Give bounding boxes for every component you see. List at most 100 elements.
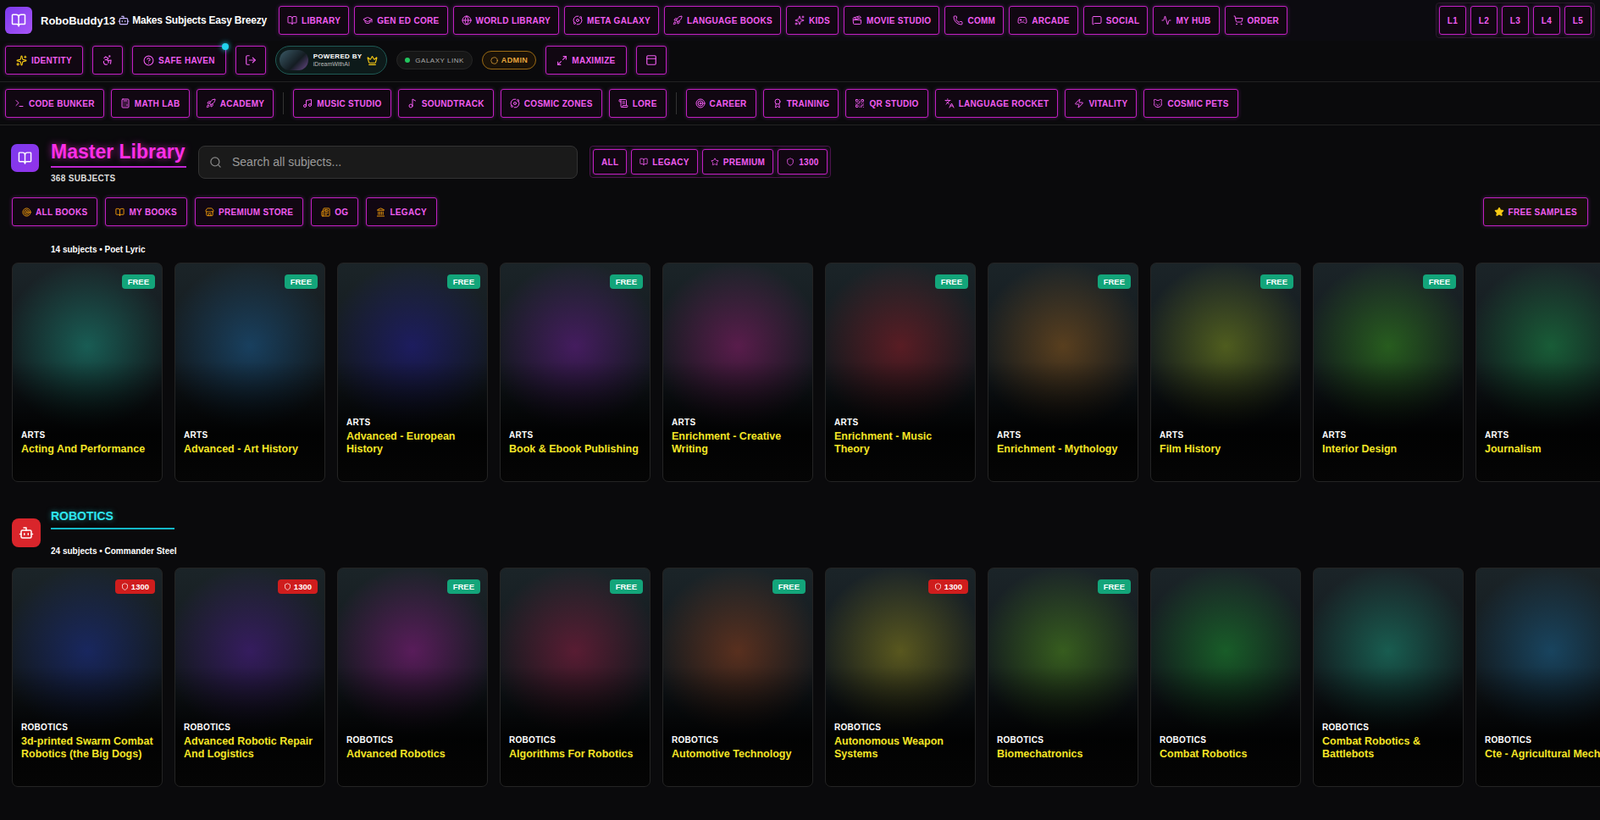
subject-card[interactable]: ROBOTICSCombat Robotics	[1150, 567, 1302, 787]
toolbar-icon	[645, 54, 658, 67]
subject-card[interactable]: FREEARTSActing And Performance	[11, 262, 163, 482]
level-button[interactable]: L2	[1470, 5, 1498, 35]
subject-card[interactable]: FREEARTSAdvanced - European History	[337, 262, 488, 482]
nav-button[interactable]: LIBRARY	[278, 5, 349, 35]
subject-card[interactable]: FREEARTSInterior Design	[1312, 262, 1464, 482]
card-category: ROBOTICS	[346, 735, 479, 745]
admin-button[interactable]: ADMIN	[481, 50, 538, 70]
subject-card[interactable]: 1300ROBOTICSAutonomous Weapon Systems	[824, 567, 976, 787]
filter-button[interactable]: LEGACY	[631, 149, 698, 175]
nav-button[interactable]: SOCIAL	[1083, 5, 1149, 35]
powered-badge[interactable]: POWERED BYiDreamWithAI	[275, 45, 388, 75]
logo[interactable]	[5, 6, 33, 34]
tool-button[interactable]: MUSIC STUDIO	[293, 88, 391, 118]
filter-button[interactable]: PREMIUM	[702, 149, 774, 175]
toolbar-button[interactable]: MAXIMIZE	[545, 45, 626, 75]
circle-icon	[490, 56, 499, 65]
icon-button[interactable]	[636, 45, 667, 75]
icon-button[interactable]	[92, 45, 123, 75]
status-pill: GALAXY LINK	[396, 50, 472, 70]
subject-card[interactable]: ARTSJournalism	[1475, 262, 1600, 482]
tool-button[interactable]: COSMIC PETS	[1143, 88, 1238, 118]
nav-button[interactable]: ORDER	[1224, 5, 1289, 35]
nav-button[interactable]: COMM	[944, 5, 1004, 35]
subject-card[interactable]: FREEROBOTICSAdvanced Robotics	[337, 567, 488, 787]
nav-button[interactable]: ARCADE	[1008, 5, 1079, 35]
app: RoboBuddy13Makes Subjects Easy Breezy LIB…	[0, 0, 1600, 820]
level-button[interactable]: L4	[1533, 5, 1561, 35]
card-badge: FREE	[1097, 274, 1131, 289]
toolbar-button[interactable]: SAFE HAVEN	[132, 45, 227, 75]
nav-button[interactable]: META GALAXY	[564, 5, 659, 35]
library-icon	[11, 143, 39, 172]
card-badge: 1300	[115, 579, 156, 594]
shield-icon	[934, 582, 942, 591]
shield-icon	[121, 582, 129, 591]
level-button[interactable]: L3	[1501, 5, 1529, 35]
shelf-button[interactable]: PREMIUM STORE	[194, 197, 304, 227]
nav-icon	[794, 15, 805, 26]
tool-button[interactable]: VITALITY	[1064, 88, 1137, 118]
tool-button[interactable]: QR STUDIO	[845, 88, 928, 118]
subject-card[interactable]: FREEROBOTICSAlgorithms For Robotics	[499, 567, 651, 787]
icon-button[interactable]	[235, 45, 266, 75]
tool-button[interactable]: MATH LAB	[110, 88, 190, 118]
tool-button[interactable]: LORE	[608, 88, 667, 118]
tool-icon	[695, 98, 706, 109]
subject-card[interactable]: FREEROBOTICSBiomechatronics	[987, 567, 1139, 787]
card-title: Enrichment - Mythology	[996, 442, 1130, 456]
subject-card[interactable]: ARTSEnrichment - Creative Writing	[662, 262, 814, 482]
shelf-button[interactable]: OG	[310, 197, 359, 227]
tool-button[interactable]: LANGUAGE ROCKET	[935, 88, 1059, 118]
subject-card[interactable]: ROBOTICSCombat Robotics & Battlebots	[1312, 567, 1464, 787]
subject-card[interactable]: FREEROBOTICSAutomotive Technology	[662, 567, 814, 787]
subject-card[interactable]: FREEARTSEnrichment - Music Theory	[824, 262, 976, 482]
toolbar-icon	[244, 54, 257, 67]
subject-card[interactable]: FREEARTSBook & Ebook Publishing	[499, 262, 651, 482]
card-title: Book & Ebook Publishing	[509, 442, 642, 456]
tool-icon	[14, 98, 25, 109]
tool-icon	[120, 98, 131, 109]
toolbar: IDENTITY SAFE HAVEN POWERED BYiDreamWithAI…	[0, 40, 1600, 83]
shelf-button[interactable]: LEGACY	[365, 197, 437, 227]
tool-button[interactable]: COSMIC ZONES	[500, 88, 603, 118]
card-row: FREEARTSActing And Performance FREEARTSAd…	[11, 262, 1600, 482]
nav-button[interactable]: GEN ED CORE	[354, 5, 448, 35]
filter-icon	[786, 157, 795, 167]
nav-button[interactable]: MY HUB	[1152, 5, 1219, 35]
toolbar-icon	[556, 55, 568, 67]
search-field[interactable]	[198, 145, 578, 179]
level-button[interactable]: L1	[1439, 5, 1467, 35]
tool-button[interactable]: CAREER	[686, 88, 757, 118]
card-badge: 1300	[928, 579, 969, 594]
card-category: ARTS	[183, 430, 316, 440]
nav-button[interactable]: MOVIE STUDIO	[843, 5, 940, 35]
tool-button[interactable]: CODE BUNKER	[5, 88, 105, 118]
subject-card[interactable]: 1300ROBOTICS3d-printed Swarm Combat Robo…	[11, 567, 163, 787]
section-icon	[11, 518, 41, 548]
free-samples-button[interactable]: FREE SAMPLES	[1483, 197, 1589, 227]
shelf-button[interactable]: MY BOOKS	[105, 197, 188, 227]
nav-button[interactable]: WORLD LIBRARY	[453, 5, 560, 35]
tool-button[interactable]: SOUNDTRACK	[398, 88, 494, 118]
level-button[interactable]: L5	[1564, 5, 1592, 35]
search-input[interactable]	[230, 154, 567, 170]
subject-card[interactable]: FREEARTSAdvanced - Art History	[174, 262, 326, 482]
toolbar-button[interactable]: IDENTITY	[5, 45, 84, 75]
card-badge: FREE	[284, 274, 318, 289]
subject-card[interactable]: FREEARTSFilm History	[1150, 262, 1302, 482]
subject-card[interactable]: ROBOTICSCte - Agricultural Mech	[1475, 567, 1600, 787]
tool-button[interactable]: TRAINING	[763, 88, 840, 118]
brand: RoboBuddy13Makes Subjects Easy Breezy	[40, 14, 267, 28]
subject-card[interactable]: FREEARTSEnrichment - Mythology	[987, 262, 1139, 482]
filter-button[interactable]: 1300	[777, 149, 827, 175]
shelf-button[interactable]: ALL BOOKS	[11, 197, 98, 227]
tool-button[interactable]: ACADEMY	[196, 88, 275, 118]
nav-icon	[572, 15, 583, 26]
top-bar: RoboBuddy13Makes Subjects Easy Breezy LIB…	[0, 0, 1600, 41]
subject-card[interactable]: 1300ROBOTICSAdvanced Robotic Repair And …	[174, 567, 326, 787]
card-title: Algorithms For Robotics	[509, 747, 642, 761]
nav-button[interactable]: LANGUAGE BOOKS	[664, 5, 781, 35]
filter-button[interactable]: ALL	[592, 149, 627, 175]
nav-button[interactable]: KIDS	[786, 5, 839, 35]
